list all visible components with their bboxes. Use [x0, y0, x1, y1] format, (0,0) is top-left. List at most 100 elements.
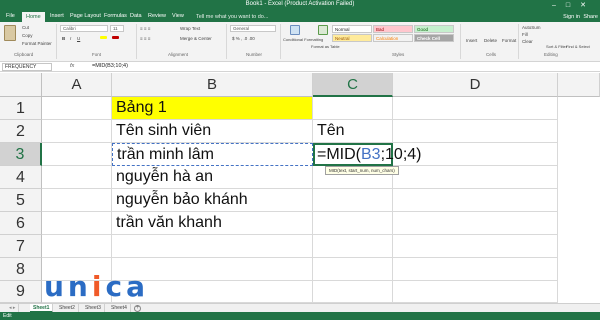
- tab-page-layout[interactable]: Page Layout: [70, 13, 101, 19]
- cell-c8[interactable]: [313, 258, 393, 281]
- conditional-formatting-button[interactable]: Conditional Formatting: [283, 37, 323, 42]
- style-check-cell[interactable]: Check Cell: [414, 34, 454, 42]
- insert-cells-button[interactable]: Insert: [466, 38, 477, 43]
- window-controls[interactable]: –□✕: [552, 1, 596, 9]
- italic-button[interactable]: I: [70, 36, 71, 41]
- row-header-3[interactable]: 3: [0, 143, 42, 166]
- align-icons-2[interactable]: ≡ ≡ ≡: [140, 36, 150, 41]
- font-size-select[interactable]: 11: [110, 25, 124, 32]
- cell-c9[interactable]: [313, 281, 393, 303]
- select-all-corner[interactable]: [0, 73, 42, 97]
- conditional-formatting-icon[interactable]: [290, 25, 300, 35]
- cell-c5[interactable]: [313, 189, 393, 212]
- font-color-icon[interactable]: [112, 36, 119, 39]
- format-painter-button[interactable]: Format Painter: [22, 41, 52, 46]
- cell-a2[interactable]: [42, 120, 112, 143]
- row-header-4[interactable]: 4: [0, 166, 42, 189]
- share-button[interactable]: Share: [583, 14, 598, 20]
- style-calculation[interactable]: Calculation: [373, 34, 413, 42]
- style-normal[interactable]: Normal: [332, 25, 372, 33]
- cell-d2[interactable]: [393, 120, 558, 143]
- fx-icon[interactable]: fx: [70, 63, 74, 69]
- cell-b6[interactable]: trần văn khanh: [112, 212, 313, 235]
- format-cells-button[interactable]: Format: [502, 38, 516, 43]
- sort-filter-button[interactable]: Sort & Filter: [546, 44, 567, 49]
- cell-b1[interactable]: Bảng 1: [112, 97, 313, 120]
- fill-button[interactable]: Fill: [522, 32, 528, 37]
- cell-c1[interactable]: [313, 97, 393, 120]
- column-header-b[interactable]: B: [112, 73, 313, 97]
- cell-c3-editing[interactable]: =MID(B3;10;4): [313, 143, 422, 166]
- cell-b7[interactable]: [112, 235, 313, 258]
- tab-view[interactable]: View: [172, 13, 184, 19]
- cell-b5[interactable]: nguyễn bảo khánh: [112, 189, 313, 212]
- row-header-2[interactable]: 2: [0, 120, 42, 143]
- cell-d7[interactable]: [393, 235, 558, 258]
- row-header-7[interactable]: 7: [0, 235, 42, 258]
- column-header-a[interactable]: A: [42, 73, 112, 97]
- cell-a4[interactable]: [42, 166, 112, 189]
- tab-review[interactable]: Review: [148, 13, 166, 19]
- sign-in-link[interactable]: Sign in: [563, 14, 580, 20]
- cell-d4[interactable]: [393, 166, 558, 189]
- column-header-e[interactable]: [558, 73, 600, 97]
- paste-icon[interactable]: [4, 25, 16, 41]
- cell-b4[interactable]: nguyễn hà an: [112, 166, 313, 189]
- cell-d6[interactable]: [393, 212, 558, 235]
- cut-button[interactable]: Cut: [22, 25, 29, 30]
- tab-insert[interactable]: Insert: [50, 13, 64, 19]
- merge-center-button[interactable]: Merge & Center: [180, 36, 212, 41]
- column-header-d[interactable]: D: [393, 73, 558, 97]
- underline-button[interactable]: U: [77, 36, 80, 41]
- tab-file[interactable]: File: [6, 13, 15, 19]
- number-format-icons[interactable]: $ % , .0 .00: [232, 36, 255, 41]
- format-as-table-button[interactable]: Format as Table: [311, 44, 340, 49]
- font-name-select[interactable]: Calibri: [60, 25, 108, 32]
- column-header-c[interactable]: C: [313, 73, 393, 97]
- cell-a1[interactable]: [42, 97, 112, 120]
- number-format-select[interactable]: General: [230, 25, 276, 32]
- style-bad[interactable]: Bad: [373, 25, 413, 33]
- style-neutral[interactable]: Neutral: [332, 34, 372, 42]
- cell-d9[interactable]: [393, 281, 558, 303]
- cell-a6[interactable]: [42, 212, 112, 235]
- add-sheet-icon[interactable]: +: [134, 305, 141, 312]
- tab-home[interactable]: Home: [22, 12, 45, 22]
- format-as-table-icon[interactable]: [318, 25, 328, 35]
- ribbon-divider: [460, 24, 461, 59]
- fill-color-icon[interactable]: [100, 36, 107, 39]
- row-header-5[interactable]: 5: [0, 189, 42, 212]
- row-header-9[interactable]: 9: [0, 281, 42, 303]
- align-icons[interactable]: ≡ ≡ ≡: [140, 26, 150, 31]
- cell-d5[interactable]: [393, 189, 558, 212]
- status-bar: Edit: [0, 312, 600, 320]
- autosum-button[interactable]: AutoSum: [522, 25, 541, 30]
- copy-button[interactable]: Copy: [22, 33, 33, 38]
- tab-formulas[interactable]: Formulas: [104, 13, 127, 19]
- cell-c7[interactable]: [313, 235, 393, 258]
- editing-group-label: Editing: [544, 52, 558, 57]
- tab-data[interactable]: Data: [130, 13, 142, 19]
- style-good[interactable]: Good: [414, 25, 454, 33]
- row-header-1[interactable]: 1: [0, 97, 42, 120]
- name-box[interactable]: FREQUENCY: [2, 63, 52, 71]
- cell-b2[interactable]: Tên sinh viên: [112, 120, 313, 143]
- find-select-button[interactable]: Find & Select: [566, 44, 590, 49]
- cell-c6[interactable]: [313, 212, 393, 235]
- wrap-text-button[interactable]: Wrap Text: [180, 26, 200, 31]
- row-header-6[interactable]: 6: [0, 212, 42, 235]
- cell-d8[interactable]: [393, 258, 558, 281]
- clear-button[interactable]: Clear: [522, 39, 533, 44]
- delete-cells-button[interactable]: Delete: [484, 38, 497, 43]
- cell-a3[interactable]: [42, 143, 112, 166]
- tell-me-search[interactable]: Tell me what you want to do...: [196, 14, 268, 20]
- cell-d3[interactable]: [393, 143, 558, 166]
- cell-a7[interactable]: [42, 235, 112, 258]
- cell-c2[interactable]: Tên: [313, 120, 393, 143]
- cell-a5[interactable]: [42, 189, 112, 212]
- bold-button[interactable]: B: [62, 36, 65, 41]
- cell-b3[interactable]: trần minh lâm: [112, 143, 313, 166]
- row-header-8[interactable]: 8: [0, 258, 42, 281]
- cell-d1[interactable]: [393, 97, 558, 120]
- formula-input[interactable]: =MID(B3;10;4): [92, 63, 128, 69]
